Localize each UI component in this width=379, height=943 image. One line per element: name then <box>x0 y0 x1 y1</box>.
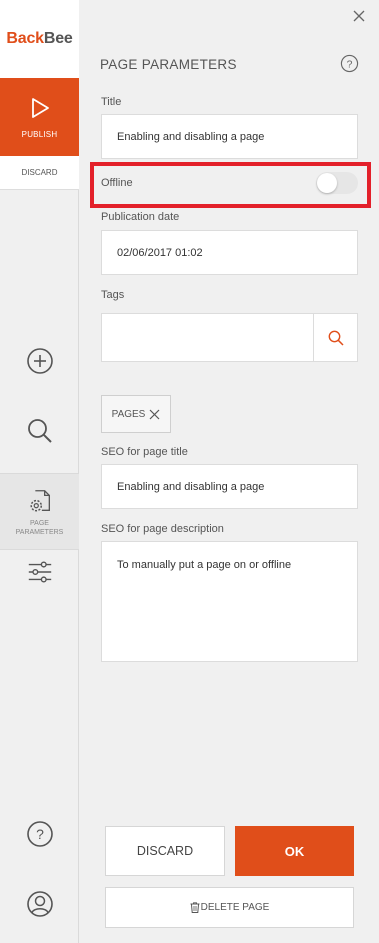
user-account-button[interactable] <box>0 886 79 922</box>
play-icon <box>31 97 49 118</box>
help-icon: ? <box>26 821 53 847</box>
page-parameters-rail-button[interactable]: PAGE PARAMETERS <box>0 473 79 550</box>
backbee-logo: Back Bee <box>0 0 79 78</box>
seo-description-label: SEO for page description <box>101 523 224 535</box>
tag-chip-pages[interactable]: PAGES <box>101 395 171 433</box>
publication-date-input[interactable]: 02/06/2017 01:02 <box>101 230 358 275</box>
discard-rail-button[interactable]: DISCARD <box>0 156 79 190</box>
sliders-icon <box>28 561 51 583</box>
publication-date-label: Publication date <box>101 211 180 223</box>
publish-button[interactable]: PUBLISH <box>0 78 79 156</box>
page-parameters-label: PAGE PARAMETERS <box>16 519 64 537</box>
user-icon <box>26 891 53 917</box>
delete-page-label: DELETE PAGE <box>200 902 270 913</box>
seo-title-label: SEO for page title <box>101 446 188 458</box>
title-input[interactable]: Enabling and disabling a page <box>101 114 358 159</box>
ok-button[interactable]: OK <box>235 826 354 876</box>
search-rail-button[interactable] <box>0 412 79 450</box>
svg-text:?: ? <box>347 59 353 70</box>
page-settings-icon <box>29 489 50 511</box>
search-icon <box>27 419 52 443</box>
add-circle-icon <box>26 348 53 374</box>
left-toolbar: Back Bee PUBLISH DISCARD PAGE PARAMETERS… <box>0 0 79 943</box>
seo-description-textarea[interactable]: To manually put a page on or offline <box>101 541 358 662</box>
delete-page-button[interactable]: DELETE PAGE <box>105 887 354 928</box>
page-parameters-label-line2: PARAMETERS <box>15 528 64 536</box>
close-icon[interactable] <box>351 8 367 24</box>
logo-part-2: Bee <box>43 30 73 47</box>
add-content-button[interactable] <box>0 342 79 380</box>
settings-sliders-button[interactable] <box>0 555 79 589</box>
page-parameters-panel: PAGE PARAMETERS ? Title Enabling and dis… <box>80 0 379 943</box>
toggle-knob <box>317 173 337 193</box>
tag-chip-label: PAGES <box>111 408 146 420</box>
discard-button[interactable]: DISCARD <box>105 826 225 876</box>
title-label: Title <box>101 96 122 108</box>
tags-search-button[interactable] <box>313 313 358 362</box>
offline-toggle[interactable] <box>316 172 358 194</box>
page-parameters-label-line1: PAGE <box>30 519 49 527</box>
help-icon[interactable]: ? <box>340 54 359 73</box>
offline-label: Offline <box>101 177 133 189</box>
publish-label: PUBLISH <box>21 129 58 139</box>
search-icon <box>328 330 344 346</box>
panel-title: PAGE PARAMETERS <box>100 57 237 72</box>
svg-text:?: ? <box>36 826 44 842</box>
tags-input[interactable] <box>101 313 314 362</box>
trash-icon <box>190 902 200 913</box>
tags-label: Tags <box>101 289 125 301</box>
help-rail-button[interactable]: ? <box>0 817 79 851</box>
remove-tag-icon[interactable] <box>149 409 160 420</box>
seo-title-input[interactable]: Enabling and disabling a page <box>101 464 358 509</box>
logo-part-1: Back <box>6 30 44 47</box>
